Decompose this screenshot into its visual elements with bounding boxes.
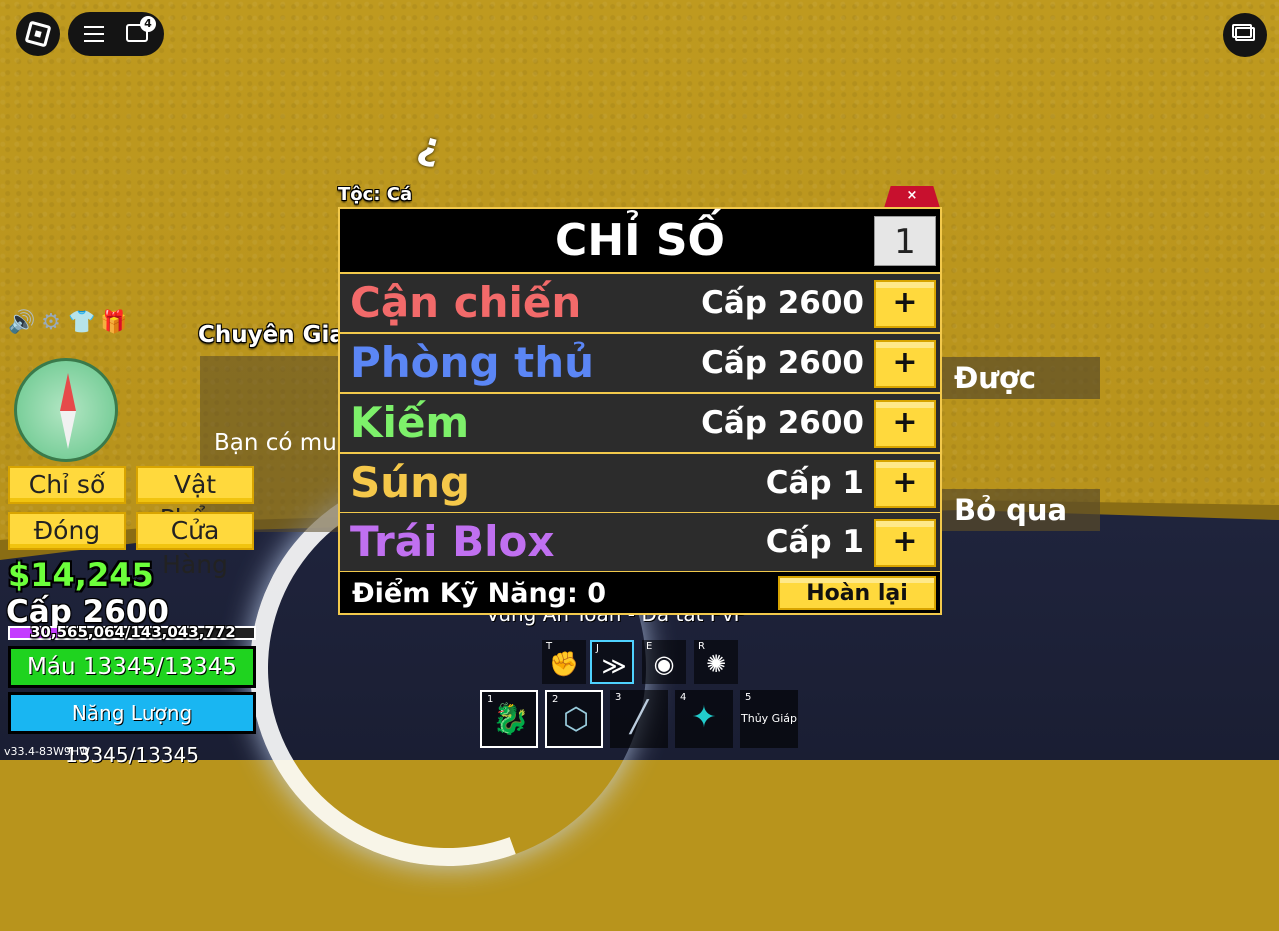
ability-slot-t[interactable]: T ✊ — [542, 640, 586, 684]
npc-name: Chuyên Gia — [198, 322, 345, 348]
shop-button[interactable]: Cửa Hàng — [136, 512, 254, 579]
compass-needle-north — [60, 373, 76, 411]
version-label: v33.4-83W9HW — [4, 745, 90, 758]
compass-needle-south — [60, 411, 76, 449]
chat-badge: 4 — [140, 16, 156, 32]
hotbar-slot-4[interactable]: 4 ✦ — [675, 690, 733, 748]
hotbar-slot-2[interactable]: 2 ⬡ — [545, 690, 603, 748]
hotbar-slot-1[interactable]: 1 🐉 — [480, 690, 538, 748]
add-gun-button[interactable]: + — [874, 460, 936, 508]
compass[interactable] — [14, 358, 118, 462]
stat-row-gun: Súng Cấp 1 + — [340, 454, 940, 514]
slot-key: 5 — [745, 692, 752, 703]
stat-name: Phòng thủ — [350, 338, 595, 387]
stat-name: Trái Blox — [350, 517, 555, 566]
add-defense-button[interactable]: + — [874, 340, 936, 388]
stats-button[interactable]: Chỉ số — [8, 466, 126, 504]
stat-level: Cấp 1 — [765, 524, 864, 560]
trident-icon: ✦ — [691, 700, 717, 735]
ability-slot-r[interactable]: R ✺ — [694, 640, 738, 684]
add-sword-button[interactable]: + — [874, 400, 936, 448]
dialog-text: Bạn có mu — [214, 430, 337, 456]
stat-name: Súng — [350, 458, 471, 507]
hotbar-slot-5[interactable]: 5 Thủy Giáp — [740, 690, 798, 748]
reset-stats-button[interactable]: Hoàn lại — [778, 576, 936, 610]
eye-icon: ◉ — [653, 650, 675, 678]
point-amount-input[interactable]: 1 — [874, 216, 936, 266]
ability-slot-j[interactable]: J ≫ — [590, 640, 634, 684]
dialog-option-accept[interactable]: Được — [940, 357, 1100, 399]
stats-panel: CHỈ SỐ 1 Cận chiến Cấp 2600 + Phòng thủ … — [338, 207, 942, 615]
hotbar-slot-3[interactable]: 3 ╱ — [610, 690, 668, 748]
gift-icon[interactable]: 🎁 — [100, 310, 127, 336]
shirt-icon[interactable]: 👕 — [68, 310, 95, 336]
slot-label: Thủy Giáp — [741, 712, 797, 725]
stat-row-defense: Phòng thủ Cấp 2600 + — [340, 334, 940, 394]
gear-icon[interactable]: ⚙ — [38, 310, 64, 336]
stat-name: Kiếm — [350, 398, 470, 447]
sound-icon[interactable]: 🔊 — [8, 310, 35, 336]
health-text: Máu 13345/13345 — [27, 654, 237, 680]
add-blox-fruit-button[interactable]: + — [874, 519, 936, 567]
katana-icon: ╱ — [629, 700, 649, 735]
money-display: $14,245 — [8, 556, 154, 594]
ability-slot-e[interactable]: E ◉ — [642, 640, 686, 684]
roblox-menu-button[interactable] — [16, 12, 60, 56]
stats-panel-title: CHỈ SỐ — [555, 215, 725, 266]
dash-icon: ≫ — [601, 652, 627, 680]
stat-row-melee: Cận chiến Cấp 2600 + — [340, 274, 940, 334]
shield-icon: ⬡ — [562, 702, 590, 737]
stat-name: Cận chiến — [350, 278, 582, 327]
fist-icon: ✊ — [549, 650, 579, 678]
close-icon[interactable]: × — [884, 188, 940, 203]
items-button[interactable]: Vật Phẩm — [136, 466, 254, 533]
roblox-logo-icon — [24, 20, 52, 48]
stat-level: Cấp 2600 — [701, 405, 864, 441]
stat-level: Cấp 2600 — [701, 285, 864, 321]
stat-level: Cấp 2600 — [701, 345, 864, 381]
stat-level: Cấp 1 — [765, 465, 864, 501]
window-menu-button[interactable] — [1223, 13, 1267, 57]
close-button[interactable]: Đóng — [8, 512, 126, 550]
burst-icon: ✺ — [705, 650, 727, 678]
add-melee-button[interactable]: + — [874, 280, 936, 328]
stat-row-sword: Kiếm Cấp 2600 + — [340, 394, 940, 454]
energy-text: Năng Lượng 13345/13345 — [65, 701, 199, 767]
hamburger-icon[interactable] — [84, 26, 104, 42]
dialog-option-skip[interactable]: Bỏ qua — [940, 489, 1100, 531]
skill-points-label: Điểm Kỹ Năng: 0 — [352, 578, 606, 609]
dragon-icon: 🐉 — [492, 702, 530, 737]
xp-text: 30,565,064/143,043,772 — [30, 623, 236, 641]
stats-panel-footer: Điểm Kỹ Năng: 0 Hoàn lại — [340, 572, 940, 613]
stat-row-blox-fruit: Trái Blox Cấp 1 + — [340, 513, 940, 573]
stats-panel-header: CHỈ SỐ 1 — [340, 209, 940, 274]
top-menu-pill: 4 — [68, 12, 164, 56]
race-label: Tộc: Cá — [338, 184, 413, 205]
